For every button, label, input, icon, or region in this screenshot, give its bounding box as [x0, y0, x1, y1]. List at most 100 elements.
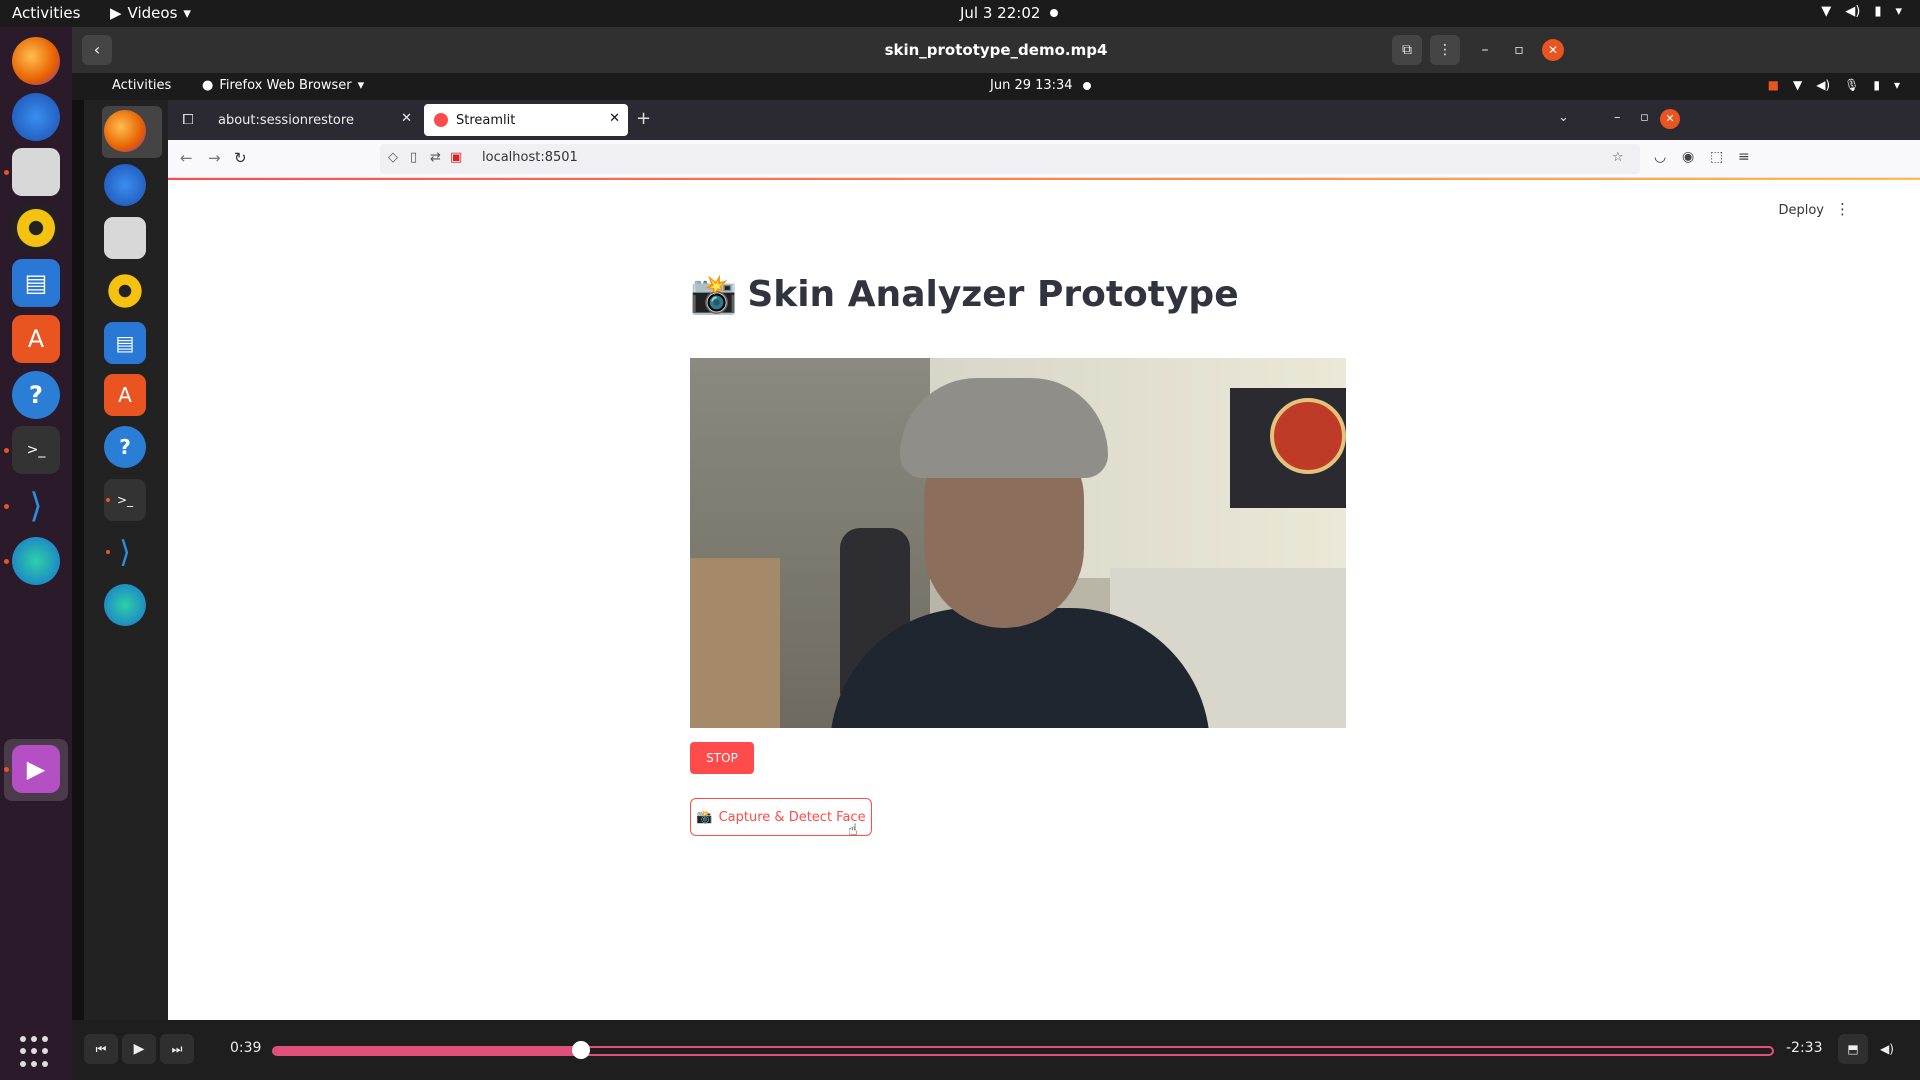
maximize-icon: ▫: [1640, 110, 1649, 125]
stop-button: STOP: [690, 742, 754, 774]
shield-icon: ◇: [388, 150, 398, 165]
screen: Activities ▶ Videos ▾ Jul 3 22:02 ▼ ◀) ▮…: [0, 0, 1920, 1080]
help-icon[interactable]: ?: [12, 371, 60, 419]
wifi-icon: ▼: [1821, 4, 1832, 19]
battery-icon: ▮: [1873, 78, 1880, 92]
player-controls: ⏮ ▶ ⏭ 0:39 -2:33 ⬒ ◀): [72, 1020, 1920, 1080]
page-title: 📸 Skin Analyzer Prototype: [690, 272, 1239, 317]
account-icon: ◉: [1682, 149, 1695, 165]
firefox-icon[interactable]: [12, 37, 60, 85]
play-icon: ▶: [110, 4, 122, 22]
camera-icon: 📸: [696, 809, 713, 825]
rhythmbox-icon: [104, 270, 146, 312]
back-icon: ←: [180, 149, 193, 167]
inner-dock: ▤ A ? >_ ⟩: [72, 100, 168, 1020]
streamlit-favicon-icon: [434, 113, 448, 127]
tab-label: about:sessionrestore: [218, 112, 354, 128]
seek-handle[interactable]: [572, 1041, 591, 1059]
files-icon[interactable]: [12, 148, 60, 196]
seek-bar[interactable]: [272, 1041, 1774, 1059]
skip-back-button[interactable]: ⏮: [84, 1034, 118, 1064]
tab-list-icon: ⧠: [182, 112, 194, 128]
deploy-button: Deploy: [1778, 203, 1824, 218]
inner-clock: Jun 29 13:34: [990, 78, 1091, 93]
running-indicator: [4, 448, 9, 453]
vscode-icon[interactable]: ⟩: [12, 482, 60, 530]
volume-icon: ◀): [1816, 78, 1831, 92]
minimize-icon: –: [1614, 110, 1621, 125]
terminal-icon: >_: [104, 479, 146, 521]
app-menu[interactable]: ▶ Videos ▾: [110, 4, 191, 22]
bookmark-star-icon: ☆: [1612, 150, 1624, 165]
inner-app-menu: ● Firefox Web Browser ▾: [202, 78, 364, 93]
caret-down-icon: ▾: [183, 4, 191, 22]
inner-dock-strip: [72, 100, 84, 1020]
inner-top-bar: Activities ● Firefox Web Browser ▾ Jun 2…: [72, 73, 1920, 100]
notification-dot-icon: [1082, 81, 1091, 90]
thunderbird-icon: [104, 164, 146, 206]
minimize-button[interactable]: –: [1470, 35, 1500, 65]
vscode-icon: ⟩: [119, 534, 131, 570]
running-indicator: [4, 559, 9, 564]
elapsed-time: 0:39: [230, 1040, 262, 1056]
menu-button[interactable]: ⋮: [1430, 35, 1460, 65]
software-icon[interactable]: A: [12, 315, 60, 363]
recorded-desktop: Activities ● Firefox Web Browser ▾ Jun 2…: [72, 73, 1920, 1020]
system-clock[interactable]: Jul 3 22:02: [960, 4, 1059, 22]
dock: ▤ A ? >_ ⟩ ▶: [0, 27, 72, 1080]
tab-strip: ⧠ about:sessionrestore ✕ Streamlit ✕ + ⌄…: [168, 100, 1920, 140]
running-indicator: [4, 767, 9, 772]
video-frame[interactable]: Activities ● Firefox Web Browser ▾ Jun 2…: [72, 73, 1920, 1020]
app-grid-icon[interactable]: [20, 1036, 52, 1068]
remaining-time: -2:33: [1786, 1040, 1823, 1056]
page-title-text: Skin Analyzer Prototype: [747, 274, 1239, 315]
player-header: ‹ skin_prototype_demo.mp4 ⧉ ⋮ – ▫ ✕: [72, 27, 1920, 73]
camera-permission-icon: ▣: [450, 150, 463, 165]
pocket-icon: ◡: [1654, 149, 1667, 165]
subtitles-button[interactable]: ⬒: [1838, 1034, 1868, 1064]
system-tray[interactable]: ▼ ◀) ▮ ▾: [1821, 4, 1902, 19]
maximize-button[interactable]: ▫: [1504, 35, 1534, 65]
skip-forward-button[interactable]: ⏭: [160, 1034, 194, 1064]
list-all-tabs-icon: ⌄: [1558, 110, 1569, 125]
clock-label: Jul 3 22:02: [960, 4, 1041, 22]
reload-icon: ↻: [234, 149, 247, 167]
fullscreen-button[interactable]: ⧉: [1392, 35, 1422, 65]
caret-down-icon: ▾: [357, 78, 365, 93]
wifi-icon: ▼: [1792, 78, 1803, 92]
close-button[interactable]: ✕: [1542, 39, 1564, 61]
edge-dev-icon[interactable]: [12, 537, 60, 585]
forward-icon: →: [208, 149, 221, 167]
tab-streamlit: Streamlit ✕: [424, 104, 628, 136]
hand-cursor-icon: ☝: [848, 820, 858, 839]
streamlit-page: Deploy ⋮ 📸 Skin Analyzer Prototype STOP …: [168, 180, 1920, 1020]
terminal-icon[interactable]: >_: [12, 426, 60, 474]
feed-shelf: [690, 558, 780, 728]
url-text: localhost:8501: [482, 150, 578, 165]
inner-app-menu-label: Firefox Web Browser: [219, 78, 352, 93]
extensions-icon: ⬚: [1710, 149, 1724, 165]
thunderbird-icon[interactable]: [12, 93, 60, 141]
videos-icon[interactable]: ▶: [12, 745, 60, 793]
files-icon: [104, 217, 146, 259]
firefox-small-icon: ●: [202, 78, 214, 93]
volume-button[interactable]: ◀): [1872, 1034, 1902, 1064]
feed-poster-emblem: [1270, 398, 1346, 474]
play-button[interactable]: ▶: [122, 1034, 156, 1064]
permissions-icon: ⇄: [430, 150, 441, 165]
app-menu-icon: ≡: [1738, 149, 1750, 165]
capture-detect-face-button: 📸 Capture & Detect Face: [690, 798, 872, 836]
activities-button[interactable]: Activities: [12, 4, 80, 22]
rhythmbox-icon[interactable]: [12, 204, 60, 252]
running-indicator: [106, 550, 110, 554]
inner-tray: ■ ▼ ◀) 🎙 ▮ ▾: [1768, 78, 1900, 92]
running-indicator: [4, 504, 9, 509]
new-tab-icon: +: [636, 108, 652, 129]
inner-activities: Activities: [112, 78, 172, 93]
edge-dev-icon: [104, 584, 146, 626]
tab-sessionrestore: about:sessionrestore ✕: [208, 104, 420, 136]
running-indicator: [106, 498, 110, 502]
writer-icon[interactable]: ▤: [12, 259, 60, 307]
help-icon: ?: [104, 426, 146, 468]
kebab-menu-icon: ⋮: [1835, 200, 1850, 218]
